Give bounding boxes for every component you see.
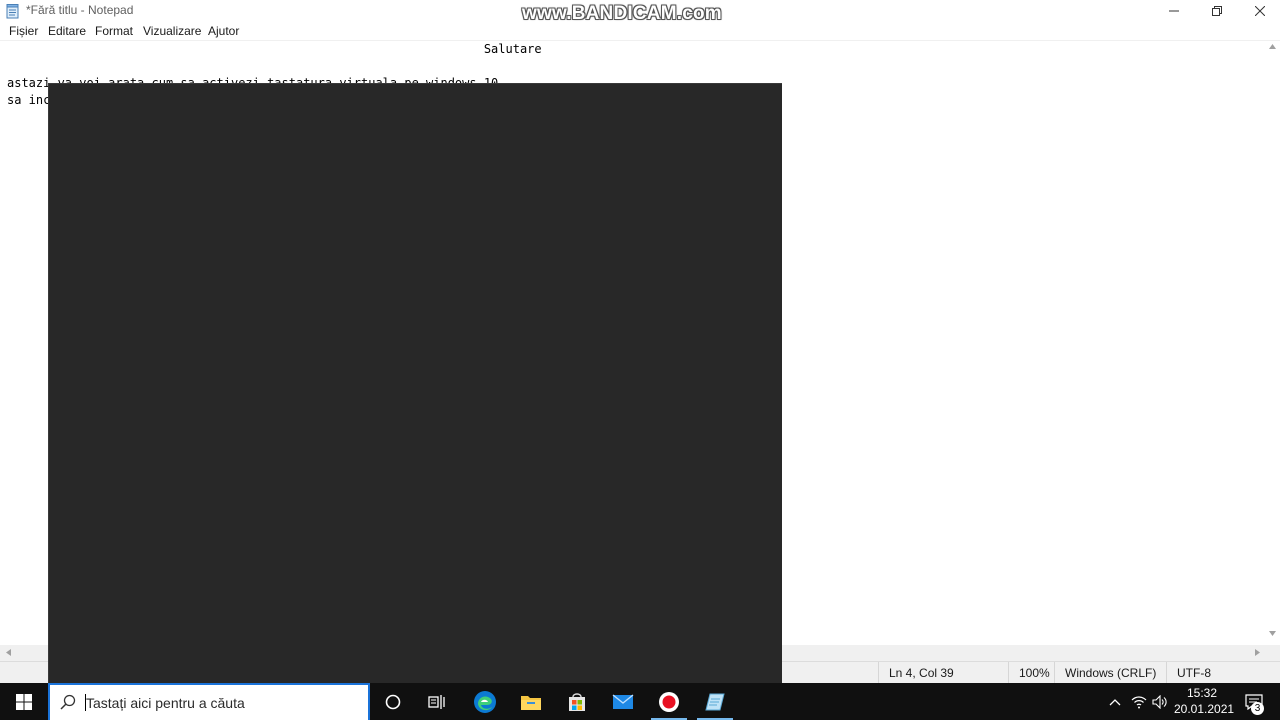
close-icon (1255, 6, 1265, 16)
scroll-left-icon[interactable] (6, 649, 11, 656)
show-hidden-icons-button[interactable] (1106, 693, 1124, 711)
network-button[interactable] (1130, 693, 1148, 711)
line-ending: Windows (CRLF) (1054, 662, 1166, 683)
menu-file[interactable]: Fișier (9, 24, 38, 38)
volume-button[interactable] (1151, 693, 1169, 711)
search-placeholder: Tastați aici pentru a căuta (86, 695, 245, 711)
taskbar-clock[interactable]: 15:32 20.01.2021 (1174, 685, 1235, 717)
windows-logo-icon (16, 693, 32, 710)
vertical-scrollbar[interactable] (1265, 41, 1280, 645)
file-explorer-icon (521, 695, 541, 710)
scroll-right-icon[interactable] (1255, 649, 1260, 656)
task-view-button[interactable] (414, 683, 460, 720)
scroll-up-icon[interactable] (1269, 44, 1276, 49)
file-explorer-button[interactable] (508, 683, 554, 720)
overlay-panel (48, 83, 782, 685)
bandicam-record-icon (659, 691, 679, 712)
edge-button[interactable] (462, 683, 508, 720)
network-icon (1131, 696, 1147, 709)
notepad-taskbar-button[interactable] (692, 683, 738, 720)
minimize-button[interactable] (1152, 0, 1196, 22)
encoding: UTF-8 (1166, 662, 1280, 683)
minimize-icon (1169, 10, 1179, 12)
edge-icon (474, 690, 496, 713)
scroll-down-icon[interactable] (1269, 631, 1276, 636)
clock-time: 15:32 (1186, 686, 1218, 700)
title-bar: *Fără titlu - Notepad www.BANDICAM.com (0, 0, 1280, 24)
taskbar-search-box[interactable]: Tastați aici pentru a căuta (48, 683, 370, 720)
scroll-corner (1265, 645, 1280, 661)
menu-view[interactable]: Vizualizare (143, 24, 201, 38)
search-icon (60, 694, 76, 710)
taskbar: Tastați aici pentru a căuta 15:32 20.01.… (0, 683, 1280, 720)
clock-date: 20.01.2021 (1174, 702, 1235, 716)
restore-button[interactable] (1195, 0, 1239, 22)
cortana-button[interactable] (370, 683, 416, 720)
volume-icon (1152, 695, 1167, 709)
task-view-icon (428, 694, 445, 709)
menu-help[interactable]: Ajutor (208, 24, 239, 38)
editor-line-4: sa inc (7, 93, 51, 107)
store-icon (569, 692, 585, 711)
store-button[interactable] (554, 683, 600, 720)
editor-line-1: Salutare (7, 42, 542, 56)
chevron-up-icon (1109, 699, 1121, 706)
bandicam-button[interactable] (646, 683, 692, 720)
mail-button[interactable] (600, 683, 646, 720)
cortana-icon (385, 694, 401, 709)
zoom-level: 100% (1008, 662, 1054, 683)
start-button[interactable] (0, 683, 48, 720)
menu-edit[interactable]: Editare (48, 24, 86, 38)
notification-count-badge: 3 (1251, 702, 1264, 715)
menu-bar: Fișier Editare Format Vizualizare Ajutor (0, 22, 1280, 41)
notepad-taskbar-icon (705, 693, 725, 710)
notepad-icon (6, 4, 20, 19)
mail-icon (612, 693, 634, 709)
window-title: *Fără titlu - Notepad (26, 3, 134, 17)
restore-icon (1212, 6, 1222, 16)
cursor-position: Ln 4, Col 39 (878, 662, 1008, 683)
menu-format[interactable]: Format (95, 24, 133, 38)
close-button[interactable] (1238, 0, 1280, 22)
